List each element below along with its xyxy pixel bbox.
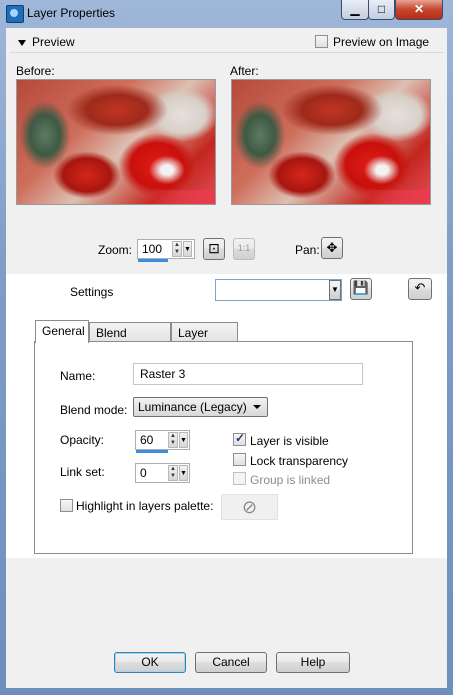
before-label: Before: bbox=[16, 64, 55, 78]
layer-visible-label[interactable]: Layer is visible bbox=[250, 434, 329, 448]
blend-mode-value[interactable]: Luminance (Legacy) bbox=[138, 400, 247, 414]
reset-button[interactable]: ↶ bbox=[408, 278, 432, 300]
preview-panel: Preview Preview on Image Before: After: … bbox=[6, 28, 447, 274]
maximize-button[interactable]: □ bbox=[368, 0, 395, 20]
zoom-dropdown-arrow[interactable]: ▼ bbox=[183, 241, 192, 257]
blend-mode-select[interactable]: Luminance (Legacy) bbox=[133, 397, 268, 417]
preview-header: Preview Preview on Image bbox=[10, 30, 443, 53]
link-set-dropdown-arrow[interactable]: ▼ bbox=[179, 465, 188, 481]
settings-label: Settings bbox=[70, 285, 114, 299]
ok-button[interactable]: OK bbox=[114, 652, 186, 673]
zoom-fit-icon: ⊡ bbox=[208, 240, 220, 256]
after-preview-image[interactable] bbox=[231, 79, 431, 205]
layer-visible-checkbox[interactable] bbox=[233, 431, 246, 446]
highlight-checkbox[interactable] bbox=[60, 499, 73, 512]
help-button[interactable]: Help bbox=[276, 652, 350, 673]
minimize-button[interactable]: ▁ bbox=[341, 0, 369, 20]
highlight-color-swatch[interactable]: ⊘ bbox=[221, 494, 278, 520]
zoom-value[interactable]: 100 bbox=[142, 242, 162, 256]
tab-layer-styles[interactable]: Layer Styles bbox=[171, 322, 238, 360]
layer-name-value[interactable]: Raster 3 bbox=[140, 367, 185, 381]
reset-icon: ↶ bbox=[414, 280, 426, 295]
zoom-spin-arrows[interactable]: ▲ ▼ bbox=[172, 241, 182, 257]
link-set-spin-arrows[interactable]: ▲ ▼ bbox=[168, 465, 178, 481]
opacity-level-bar bbox=[136, 450, 168, 453]
tab-blend-ranges[interactable]: Blend Ranges bbox=[89, 322, 171, 360]
lock-transparency-label[interactable]: Lock transparency bbox=[250, 454, 348, 468]
preview-on-image-checkbox[interactable] bbox=[315, 35, 328, 48]
preview-label[interactable]: Preview bbox=[32, 35, 75, 49]
highlight-label[interactable]: Highlight in layers palette: bbox=[76, 499, 213, 513]
dialog-footer: OK Cancel Help bbox=[6, 558, 447, 688]
before-preview-image[interactable] bbox=[16, 79, 216, 205]
zoom-underline bbox=[138, 259, 168, 262]
pan-label: Pan: bbox=[295, 243, 320, 257]
group-linked-checkbox bbox=[233, 472, 246, 485]
name-label: Name: bbox=[60, 369, 96, 383]
settings-dropdown-arrow[interactable]: ▼ bbox=[329, 280, 341, 300]
move-icon: ✥ bbox=[326, 240, 338, 255]
blend-mode-label: Blend mode: bbox=[60, 403, 128, 417]
zoom-to-fit-button[interactable]: ⊡ bbox=[203, 238, 225, 260]
tab-general[interactable]: General bbox=[35, 320, 89, 343]
after-label: After: bbox=[230, 64, 259, 78]
settings-combo[interactable] bbox=[215, 279, 342, 301]
layer-name-input[interactable]: Raster 3 bbox=[133, 363, 363, 385]
actual-size-icon: 1:1 bbox=[237, 243, 251, 253]
no-color-icon: ⊘ bbox=[241, 497, 258, 517]
app-icon bbox=[6, 5, 24, 23]
dialog-window: Layer Properties ▁ □ ✕ Preview Preview o… bbox=[0, 0, 453, 695]
close-button[interactable]: ✕ bbox=[395, 0, 443, 20]
title-bar[interactable]: Layer Properties ▁ □ ✕ bbox=[0, 0, 453, 28]
cancel-button[interactable]: Cancel bbox=[195, 652, 267, 673]
opacity-label: Opacity: bbox=[60, 433, 105, 447]
lock-transparency-checkbox[interactable] bbox=[233, 453, 246, 466]
chevron-down-icon bbox=[253, 405, 261, 409]
zoom-actual-size-button[interactable]: 1:1 bbox=[233, 238, 255, 260]
link-set-value[interactable]: 0 bbox=[140, 466, 147, 480]
zoom-stepper[interactable]: 100 ▲ ▼ ▼ bbox=[137, 239, 195, 262]
zoom-label: Zoom: bbox=[98, 243, 133, 257]
opacity-dropdown-arrow[interactable]: ▼ bbox=[179, 432, 188, 448]
group-linked-label: Group is linked bbox=[250, 473, 331, 487]
opacity-value[interactable]: 60 bbox=[140, 433, 153, 447]
dialog-client-area: Preview Preview on Image Before: After: … bbox=[6, 28, 447, 688]
link-set-stepper[interactable]: 0 ▲ ▼ ▼ bbox=[135, 463, 190, 483]
general-tab-panel: Name: Raster 3 Blend mode: Luminance (Le… bbox=[34, 341, 413, 554]
save-preset-button[interactable]: 💾 bbox=[350, 278, 372, 300]
opacity-stepper[interactable]: 60 ▲ ▼ ▼ bbox=[135, 430, 190, 453]
save-icon: 💾 bbox=[352, 280, 370, 295]
settings-row: Settings ▼ 💾 ↶ bbox=[6, 274, 447, 308]
collapse-triangle-icon[interactable] bbox=[18, 40, 26, 46]
preview-on-image-label[interactable]: Preview on Image bbox=[333, 35, 429, 49]
pan-button[interactable]: ✥ bbox=[321, 237, 343, 259]
window-title: Layer Properties bbox=[27, 6, 116, 20]
opacity-spin-arrows[interactable]: ▲ ▼ bbox=[168, 432, 178, 448]
link-set-label: Link set: bbox=[60, 465, 105, 479]
